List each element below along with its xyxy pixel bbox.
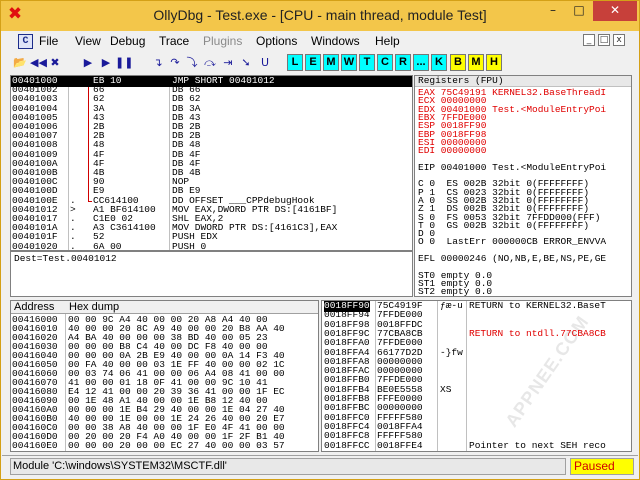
dump-hex: 00 00 00 20 00 00 EC 27 40 00 00 03 57 xyxy=(68,440,285,451)
disasm-hex: 6A 00 xyxy=(93,240,122,251)
menu-plugins[interactable]: Plugins xyxy=(203,34,242,48)
step-over-icon[interactable]: ↷ xyxy=(167,54,183,71)
info-pane: Dest=Test.00401012 xyxy=(10,251,413,297)
info-text: Dest=Test.00401012 xyxy=(14,253,117,264)
toolbar-window-button[interactable]: C xyxy=(377,54,393,71)
toolbar-window-button[interactable]: E xyxy=(305,54,321,71)
column-header-hex-dump[interactable]: Hex dump xyxy=(69,301,119,313)
menu-file[interactable]: File xyxy=(39,34,58,48)
toolbar: 📂 ◀◀ ✖ ▶ ▶ ❚❚ ↴ ↷ ⤵ ⤼ ⇥ ➘ U L E M W T C R... K B M H xyxy=(2,52,638,74)
execute-till-user-icon[interactable]: U xyxy=(257,54,273,71)
status-message: Module 'C:\windows\SYSTEM32\MSCTF.dll' xyxy=(10,458,566,475)
menu-debug[interactable]: Debug xyxy=(110,34,145,48)
title-bar[interactable]: ✖ OllyDbg - Test.exe - [CPU - main threa… xyxy=(1,1,639,31)
register-line[interactable]: EIP 00401000 Test.<ModuleEntryPoi xyxy=(418,162,606,174)
status-bar: Module 'C:\windows\SYSTEM32\MSCTF.dll' P… xyxy=(2,455,638,479)
disasm-instruction: PUSH 0 xyxy=(172,240,207,251)
stack-address: 0018FFCC xyxy=(324,439,370,451)
menu-options[interactable]: Options xyxy=(256,34,297,48)
mdi-close-button[interactable]: x xyxy=(613,34,625,46)
toolbar-window-button[interactable]: W xyxy=(341,54,357,71)
register-line[interactable]: T 0 GS 002B 32bit 0(FFFFFFFF) xyxy=(418,220,589,232)
animate-over-icon[interactable]: ⤼ xyxy=(202,54,218,71)
stack-row[interactable]: 0018FFCC 0018FFE4 Pointer to next SEH reco xyxy=(322,439,631,452)
toolbar-window-button[interactable]: T xyxy=(359,54,375,71)
toolbar-window-button[interactable]: ... xyxy=(413,54,429,71)
menu-trace[interactable]: Trace xyxy=(159,34,189,48)
animate-into-icon[interactable]: ⤵ xyxy=(184,54,200,71)
registers-header[interactable]: Registers (FPU) xyxy=(415,76,631,87)
registers-pane[interactable]: Registers (FPU) EAX 75C49191 KERNEL32.Ba… xyxy=(414,75,632,297)
toolbar-window-button[interactable]: R xyxy=(395,54,411,71)
toolbar-window-button[interactable]: B xyxy=(450,54,466,71)
toolbar-window-button[interactable]: L xyxy=(287,54,303,71)
step-into-icon[interactable]: ↴ xyxy=(150,54,166,71)
disasm-marker: . xyxy=(70,240,76,251)
go-to-icon[interactable]: ➘ xyxy=(238,54,254,71)
mdi-restore-button[interactable]: □ xyxy=(598,34,610,46)
register-line[interactable]: EFL 00000246 (NO,NB,E,BE,NS,PE,GE xyxy=(418,253,606,265)
dump-address: 004160E0 xyxy=(12,440,58,451)
open-icon[interactable]: 📂 xyxy=(12,54,28,71)
pause-icon[interactable]: ❚❚ xyxy=(115,54,133,71)
menu-windows[interactable]: Windows xyxy=(311,34,360,48)
close-program-icon[interactable]: ✖ xyxy=(47,54,63,71)
toolbar-window-button[interactable]: H xyxy=(486,54,502,71)
dump-pane[interactable]: Address Hex dump 00416000 00 00 9C A4 40 … xyxy=(10,300,319,452)
register-line[interactable]: EDI 00000000 xyxy=(418,145,486,157)
menu-help[interactable]: Help xyxy=(375,34,400,48)
toolbar-window-button[interactable]: M xyxy=(468,54,484,71)
toolbar-window-button[interactable]: K xyxy=(431,54,447,71)
menu-view[interactable]: View xyxy=(75,34,101,48)
register-line[interactable]: O 0 LastErr 000000CB ERROR_ENVVA xyxy=(418,237,606,248)
execute-till-return-icon[interactable]: ⇥ xyxy=(220,54,236,71)
register-line[interactable]: ST2 empty 0.0 xyxy=(418,286,492,296)
stack-comment: Pointer to next SEH reco xyxy=(469,439,606,451)
maximize-button[interactable]: □ xyxy=(567,1,591,21)
mdi-minimize-button[interactable]: _ xyxy=(583,34,595,46)
run-thread-icon[interactable]: ▶ xyxy=(98,54,114,71)
disassembler-pane[interactable]: 00401000 EB 10 JMP SHORT 00401012 00401002 6… xyxy=(10,75,413,251)
stack-value: 0018FFE4 xyxy=(377,439,423,451)
dump-header: Address Hex dump xyxy=(11,301,318,314)
column-header-address[interactable]: Address xyxy=(14,301,54,313)
cpu-window-icon[interactable]: C xyxy=(18,34,33,49)
disasm-row[interactable]: 00401020. 6A 00 PUSH 0 xyxy=(11,240,412,251)
restart-icon[interactable]: ◀◀ xyxy=(30,54,47,71)
menu-bar: C File View Debug Trace Plugins Options Window… xyxy=(2,31,638,52)
status-state: Paused xyxy=(570,458,634,475)
run-icon[interactable]: ▶ xyxy=(80,54,96,71)
disasm-address: 00401020 xyxy=(12,240,58,251)
minimize-button[interactable]: – xyxy=(541,1,565,21)
ollydbg-window: ✖ OllyDbg - Test.exe - [CPU - main threa… xyxy=(0,0,640,480)
close-button[interactable]: ✕ xyxy=(593,1,637,21)
toolbar-window-button[interactable]: M xyxy=(323,54,339,71)
stack-pane[interactable]: APPNEE.COM 0018FF90 75C4919F ƒæ-u RETURN to… xyxy=(321,300,632,452)
dump-row[interactable]: 004160E0 00 00 00 20 00 00 EC 27 40 00 00… xyxy=(11,440,318,451)
